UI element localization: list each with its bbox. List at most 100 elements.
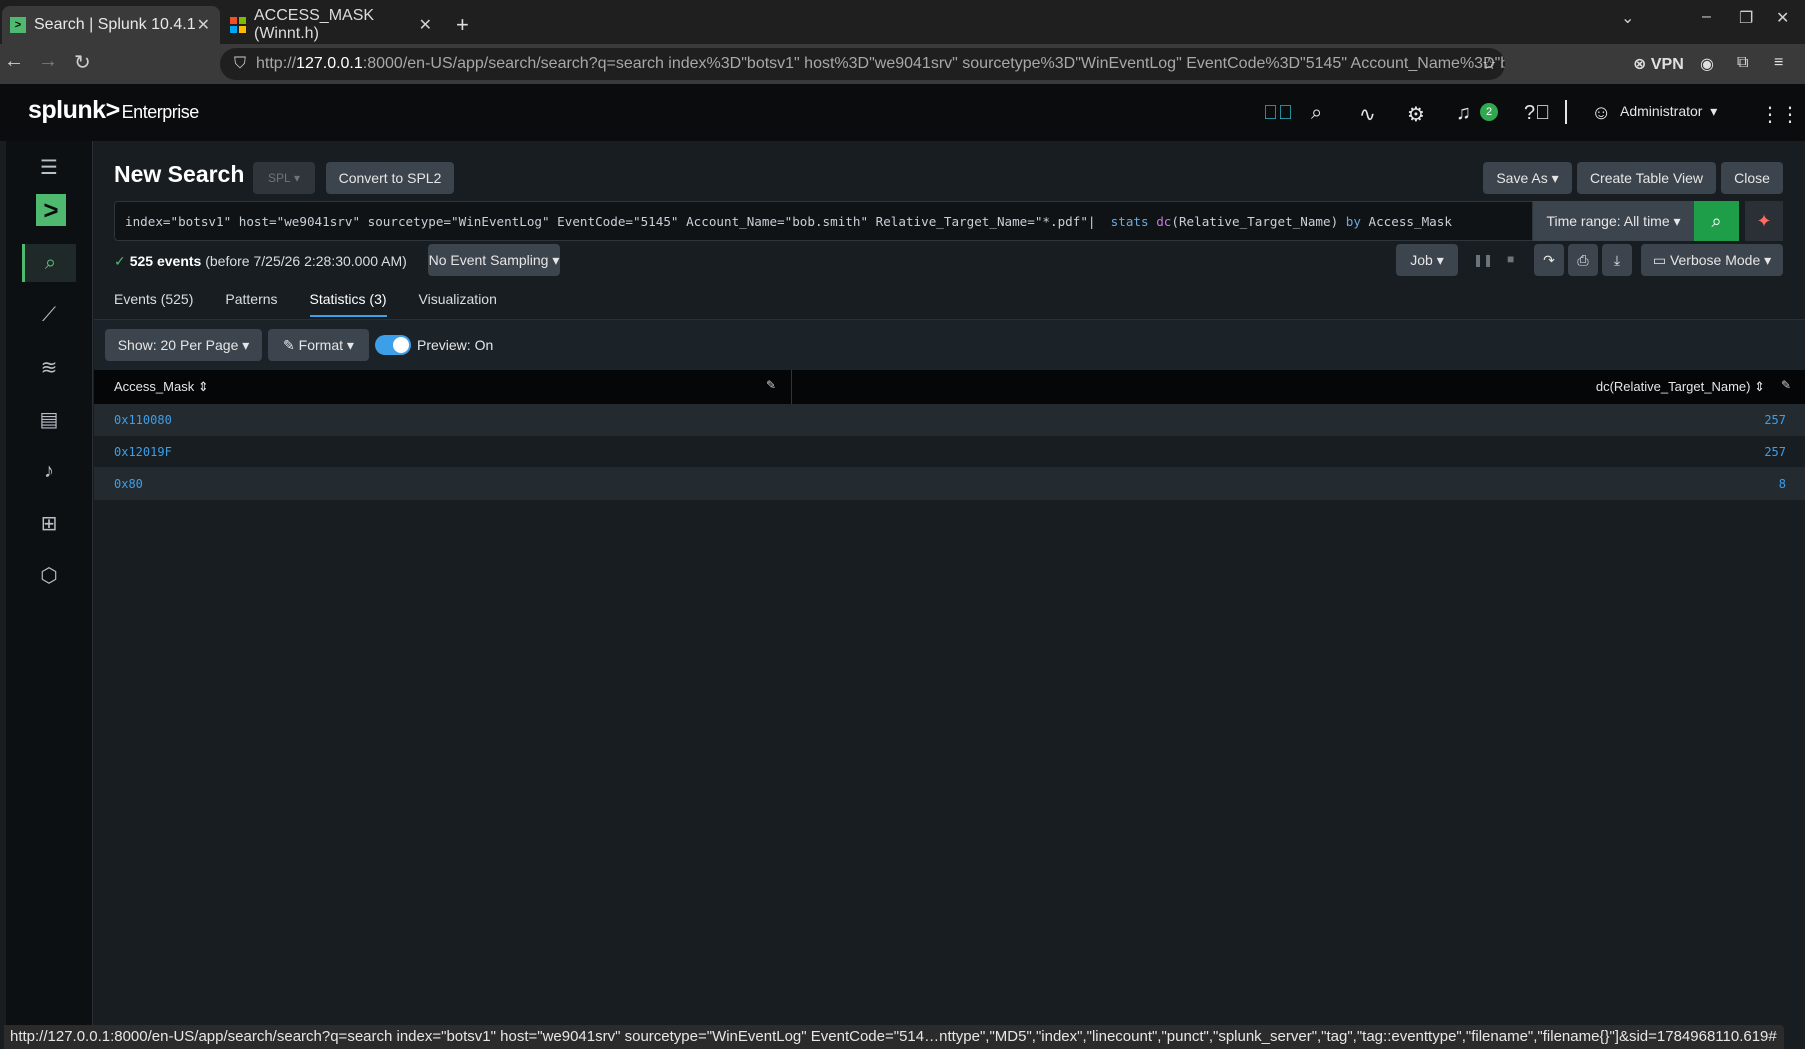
tab-statistics[interactable]: Statistics (3) bbox=[309, 291, 387, 317]
url-host: 127.0.0.1 bbox=[296, 55, 363, 72]
spl-dropdown[interactable]: SPL ▾ bbox=[253, 162, 315, 194]
event-sampling-dropdown[interactable]: No Event Sampling ▾ bbox=[428, 244, 560, 276]
notifications-badge: 2 bbox=[1480, 103, 1498, 121]
cell-access-mask[interactable]: 0x80 bbox=[114, 477, 143, 491]
search-icon[interactable]: ⌕ bbox=[1311, 102, 1322, 125]
close-button[interactable]: Close bbox=[1721, 162, 1783, 194]
apps-grid-icon[interactable]: ⋮⋮ bbox=[1760, 102, 1800, 127]
forward-icon[interactable]: → bbox=[38, 50, 58, 73]
ai-assistant-sparkle-icon[interactable]: ✦ bbox=[1745, 201, 1783, 241]
splunk-logo[interactable]: splunk> Enterprise bbox=[28, 96, 199, 125]
splunk-app-icon[interactable]: > bbox=[36, 194, 66, 226]
browser-tab-splunk[interactable]: > Search | Splunk 10.4.1 ✕ bbox=[2, 6, 220, 44]
browser-tab-bar: > Search | Splunk 10.4.1 ✕ ACCESS_MASK (… bbox=[0, 0, 1805, 44]
splunk-app-bar: splunk> Enterprise ✓⃝ ⌕ ∿ ⚙ ♫ 2 ?⃝ ☺ Admi… bbox=[0, 84, 1805, 141]
edit-column-pencil-icon[interactable]: ✎ bbox=[1781, 378, 1791, 392]
job-dropdown[interactable]: Job ▾ bbox=[1396, 244, 1458, 276]
url-prefix: http:// bbox=[256, 55, 297, 72]
search-icon: ⌕ bbox=[1711, 210, 1722, 231]
gear-icon[interactable]: ⚙ bbox=[1407, 102, 1425, 127]
sidebar-analytics-icon[interactable]: ⟋ bbox=[22, 296, 76, 334]
share-icon[interactable]: ↷ bbox=[1534, 244, 1564, 276]
edit-column-pencil-icon[interactable]: ✎ bbox=[766, 378, 776, 392]
stop-icon[interactable]: ■ bbox=[1507, 252, 1514, 266]
per-page-dropdown[interactable]: Show: 20 Per Page ▾ bbox=[105, 329, 262, 361]
sidebar-search-icon[interactable]: ⌕ bbox=[22, 244, 76, 282]
preview-toggle[interactable] bbox=[375, 335, 411, 355]
cell-access-mask[interactable]: 0x110080 bbox=[114, 413, 172, 427]
check-icon: ✓ bbox=[114, 253, 126, 269]
print-icon[interactable]: ⎙ bbox=[1568, 244, 1598, 276]
search-mode-dropdown[interactable]: ▭ Verbose Mode ▾ bbox=[1641, 244, 1783, 276]
close-icon[interactable]: ✕ bbox=[419, 15, 432, 35]
menu-icon[interactable]: ≡ bbox=[1774, 54, 1783, 72]
user-icon[interactable]: ☺ bbox=[1591, 102, 1611, 125]
splunk-favicon-icon: > bbox=[10, 17, 26, 33]
convert-to-spl2-button[interactable]: Convert to SPL2 bbox=[326, 162, 454, 194]
sidebar-datasets-icon[interactable]: ≋ bbox=[22, 348, 76, 386]
statistics-table: Access_Mask ⇕ ✎ dc(Relative_Target_Name)… bbox=[94, 370, 1805, 500]
table-row: 0x110080 257 bbox=[94, 404, 1805, 436]
export-icon[interactable]: ⤓ bbox=[1602, 244, 1632, 276]
extensions-icon[interactable]: ⧉ bbox=[1737, 54, 1748, 72]
address-bar[interactable]: ⛉ http://127.0.0.1:8000/en-US/app/search… bbox=[220, 48, 1505, 80]
tab-title: Search | Splunk 10.4.1 bbox=[34, 16, 196, 33]
column-header-dc-relative-target-name[interactable]: dc(Relative_Target_Name) ⇕ bbox=[1596, 379, 1765, 395]
table-header: Access_Mask ⇕ ✎ dc(Relative_Target_Name)… bbox=[94, 370, 1805, 404]
new-tab-button[interactable]: + bbox=[442, 6, 483, 44]
cell-count[interactable]: 257 bbox=[1764, 445, 1786, 459]
browser-status-url: http://127.0.0.1:8000/en-US/app/search/s… bbox=[4, 1025, 1784, 1049]
divider bbox=[791, 370, 792, 404]
cell-count[interactable]: 8 bbox=[1779, 477, 1786, 491]
search-query-input[interactable]: index="botsv1" host="we9041srv" sourcety… bbox=[114, 201, 1533, 241]
search-submit-button[interactable]: ⌕ bbox=[1694, 201, 1739, 241]
pause-icon[interactable]: ❚❚ bbox=[1473, 253, 1493, 267]
windows-favicon-icon bbox=[230, 17, 246, 33]
reload-icon[interactable]: ↻ bbox=[74, 50, 91, 75]
user-menu[interactable]: Administrator ▾ bbox=[1620, 103, 1717, 120]
tab-title: ACCESS_MASK (Winnt.h) bbox=[254, 7, 375, 42]
save-as-button[interactable]: Save As ▾ bbox=[1483, 162, 1572, 194]
hamburger-menu-icon[interactable]: ☰ bbox=[22, 148, 76, 186]
results-tabs: Events (525) Patterns Statistics (3) Vis… bbox=[114, 291, 529, 317]
tab-list-chevron-down-icon[interactable]: ⌄ bbox=[1621, 8, 1634, 28]
bell-icon[interactable]: ♫ bbox=[1456, 102, 1471, 125]
tab-events[interactable]: Events (525) bbox=[114, 291, 193, 317]
cell-access-mask[interactable]: 0x12019F bbox=[114, 445, 172, 459]
restore-icon[interactable]: ❐ bbox=[1739, 8, 1753, 28]
preview-label: Preview: On bbox=[417, 337, 494, 353]
left-sidebar: ☰ > ⌕ ⟋ ≋ ▤ ♪ ⊞ ⬡ bbox=[6, 141, 93, 1029]
tab-visualization[interactable]: Visualization bbox=[419, 291, 497, 317]
minimize-icon[interactable]: – bbox=[1702, 8, 1711, 26]
browser-tab-access-mask[interactable]: ACCESS_MASK (Winnt.h) ✕ bbox=[222, 6, 442, 44]
table-row: 0x80 8 bbox=[94, 468, 1805, 500]
shield-icon: ⛉ bbox=[234, 55, 247, 72]
column-header-access-mask[interactable]: Access_Mask ⇕ bbox=[114, 379, 209, 395]
profile-icon[interactable]: ◉ bbox=[1700, 54, 1714, 74]
format-dropdown[interactable]: ✎ Format ▾ bbox=[268, 329, 369, 361]
bookmark-star-icon[interactable]: ☆ bbox=[1482, 54, 1496, 74]
cell-count[interactable]: 257 bbox=[1764, 413, 1786, 427]
search-page: New Search SPL ▾ Convert to SPL2 Save As… bbox=[94, 141, 1805, 1029]
url-rest: :8000/en-US/app/search/search?q=search i… bbox=[362, 55, 1505, 72]
activity-icon[interactable]: ∿ bbox=[1359, 102, 1376, 127]
tab-patterns[interactable]: Patterns bbox=[225, 291, 277, 317]
divider bbox=[1565, 100, 1567, 124]
time-range-picker[interactable]: Time range: All time ▾ bbox=[1533, 201, 1694, 241]
page-title: New Search bbox=[114, 161, 245, 187]
job-status: ✓ 525 events (before 7/25/26 2:28:30.000 … bbox=[114, 253, 407, 269]
sidebar-dashboards-icon[interactable]: ⊞ bbox=[22, 504, 76, 542]
help-icon[interactable]: ?⃝ bbox=[1524, 102, 1550, 125]
sidebar-apps-icon[interactable]: ⬡ bbox=[22, 556, 76, 594]
results-toolbar: Show: 20 Per Page ▾ ✎ Format ▾ Preview: … bbox=[94, 320, 1805, 370]
vpn-button[interactable]: ⊗ VPN bbox=[1633, 54, 1684, 74]
back-icon[interactable]: ← bbox=[4, 50, 24, 73]
table-row: 0x12019F 257 bbox=[94, 436, 1805, 468]
health-check-icon[interactable]: ✓⃝ bbox=[1263, 102, 1293, 125]
sidebar-reports-icon[interactable]: ▤ bbox=[22, 400, 76, 438]
sidebar-alerts-icon[interactable]: ♪ bbox=[22, 452, 76, 490]
browser-nav-bar: ← → ↻ ⛉ http://127.0.0.1:8000/en-US/app/… bbox=[0, 44, 1805, 84]
create-table-view-button[interactable]: Create Table View bbox=[1577, 162, 1716, 194]
close-icon[interactable]: ✕ bbox=[197, 15, 210, 35]
window-close-icon[interactable]: ✕ bbox=[1776, 8, 1789, 28]
